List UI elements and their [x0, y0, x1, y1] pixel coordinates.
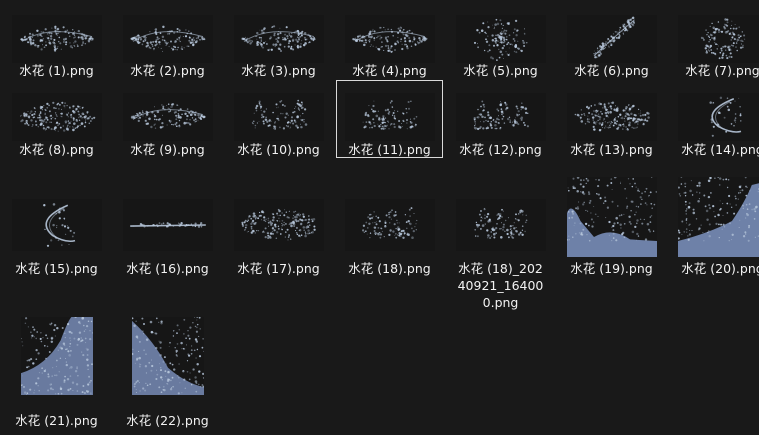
splash-image-icon	[240, 208, 316, 241]
file-item[interactable]: 水花 (14).png	[669, 80, 759, 158]
file-item[interactable]: 水花 (4).png	[336, 0, 443, 78]
file-name-label: 水花 (10).png	[237, 142, 320, 157]
file-item[interactable]: 水花 (7).png	[669, 0, 759, 78]
file-name-label: 水花 (12).png	[459, 142, 542, 157]
image-thumbnail	[233, 15, 324, 63]
file-item[interactable]: 水花 (12).png	[447, 80, 554, 158]
image-thumbnail	[344, 15, 435, 63]
file-name-label: 水花 (8).png	[19, 142, 94, 157]
splash-image-icon	[251, 99, 307, 130]
file-name-label: 水花 (16).png	[126, 261, 209, 276]
splash-image-icon	[19, 25, 94, 53]
image-thumbnail	[344, 93, 435, 141]
file-item[interactable]: 水花 (21).png	[3, 316, 110, 434]
image-thumbnail	[566, 93, 657, 141]
image-thumbnail	[566, 177, 657, 257]
file-name-label: 水花 (18)_20240921_164000.png	[457, 261, 544, 310]
image-thumbnail	[11, 199, 102, 251]
image-thumbnail	[233, 93, 324, 141]
file-item[interactable]: 水花 (15).png	[3, 176, 110, 312]
file-name-label: 水花 (14).png	[681, 142, 759, 157]
image-thumbnail	[122, 93, 213, 141]
image-thumbnail	[455, 199, 546, 251]
file-item[interactable]: 水花 (5).png	[447, 0, 554, 78]
splash-image-icon	[351, 26, 427, 53]
file-name-label: 水花 (7).png	[685, 63, 759, 78]
image-thumbnail	[677, 15, 759, 63]
file-name-label: 水花 (5).png	[463, 63, 538, 78]
image-thumbnail	[455, 15, 546, 63]
file-item[interactable]: 水花 (20).png	[669, 176, 759, 312]
image-thumbnail	[122, 199, 213, 251]
file-name-label: 水花 (6).png	[574, 63, 649, 78]
file-name-label: 水花 (18).png	[348, 261, 431, 276]
image-thumbnail	[11, 15, 102, 63]
file-item[interactable]: 水花 (2).png	[114, 0, 221, 78]
splash-image-icon	[592, 16, 635, 59]
file-item[interactable]: 水花 (22).png	[114, 316, 221, 434]
splash-image-icon	[677, 177, 759, 257]
file-item[interactable]: 水花 (16).png	[114, 176, 221, 312]
file-item[interactable]: 水花 (11).png	[336, 80, 443, 158]
file-item[interactable]: 水花 (3).png	[225, 0, 332, 78]
splash-image-icon	[473, 100, 529, 131]
file-name-label: 水花 (21).png	[15, 413, 98, 428]
file-name-label: 水花 (19).png	[570, 261, 653, 276]
splash-image-icon	[130, 25, 205, 52]
splash-image-icon	[129, 222, 206, 228]
splash-image-icon	[574, 101, 650, 132]
file-item[interactable]: 水花 (9).png	[114, 80, 221, 158]
file-item[interactable]: 水花 (13).png	[558, 80, 665, 158]
splash-image-icon	[42, 203, 75, 247]
file-item[interactable]: 水花 (18).png	[336, 176, 443, 312]
file-name-label: 水花 (15).png	[15, 261, 98, 276]
file-name-label: 水花 (11).png	[348, 142, 431, 157]
file-name-label: 水花 (17).png	[237, 261, 320, 276]
image-thumbnail	[677, 93, 759, 141]
file-item[interactable]: 水花 (8).png	[3, 80, 110, 158]
file-name-label: 水花 (13).png	[570, 142, 653, 157]
file-name-label: 水花 (1).png	[19, 63, 94, 78]
image-thumbnail	[566, 15, 657, 63]
file-item[interactable]: 水花 (1).png	[3, 0, 110, 78]
image-thumbnail	[677, 177, 759, 257]
file-name-label: 水花 (2).png	[130, 63, 205, 78]
file-name-label: 水花 (4).png	[352, 63, 427, 78]
splash-image-icon	[19, 101, 95, 132]
splash-image-icon	[131, 317, 204, 395]
splash-image-icon	[708, 96, 741, 137]
file-item[interactable]: 水花 (17).png	[225, 176, 332, 312]
splash-image-icon	[130, 103, 206, 129]
image-thumbnail	[122, 15, 213, 63]
splash-image-icon	[566, 177, 657, 257]
splash-image-icon	[20, 317, 93, 395]
file-name-label: 水花 (3).png	[241, 63, 316, 78]
file-item[interactable]: 水花 (6).png	[558, 0, 665, 78]
splash-image-icon	[473, 18, 527, 61]
image-thumbnail	[20, 317, 93, 395]
file-item[interactable]: 水花 (18)_20240921_164000.png	[447, 176, 554, 312]
file-item[interactable]: 水花 (19).png	[558, 176, 665, 312]
image-thumbnail	[233, 199, 324, 251]
splash-image-icon	[700, 18, 745, 60]
file-name-label: 水花 (9).png	[130, 142, 205, 157]
splash-image-icon	[361, 207, 417, 239]
image-thumbnail	[344, 199, 435, 251]
file-item[interactable]: 水花 (10).png	[225, 80, 332, 158]
splash-image-icon	[473, 207, 527, 240]
splash-image-icon	[240, 25, 316, 52]
image-thumbnail	[131, 317, 204, 395]
image-thumbnail	[11, 93, 102, 141]
image-thumbnail	[455, 93, 546, 141]
file-name-label: 水花 (20).png	[681, 261, 759, 276]
file-name-label: 水花 (22).png	[126, 413, 209, 428]
splash-image-icon	[362, 100, 417, 130]
